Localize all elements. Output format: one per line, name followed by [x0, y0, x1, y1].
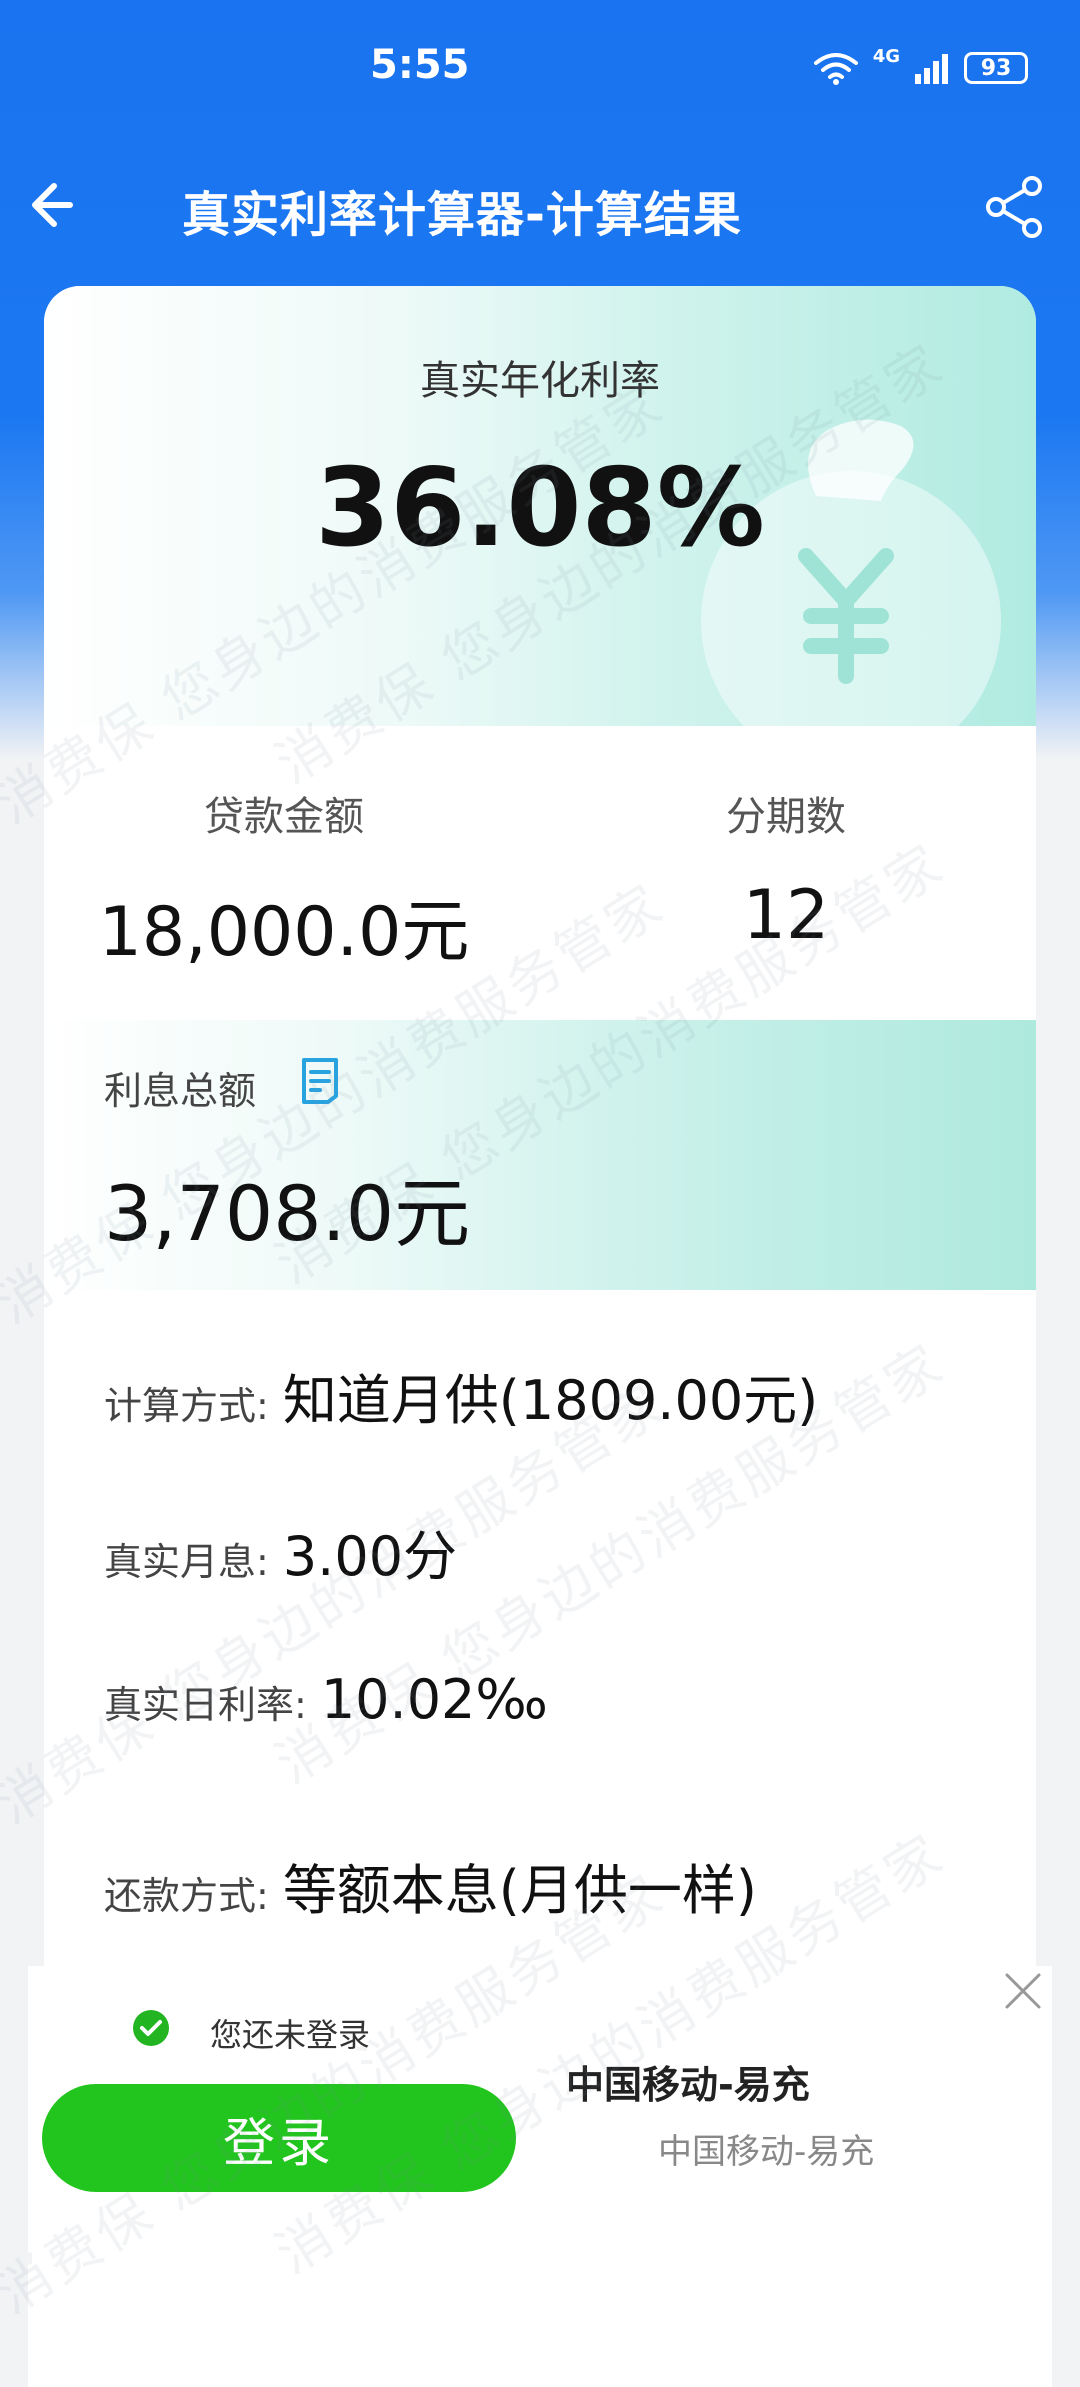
detail-value: 10.02‰	[320, 1668, 548, 1731]
battery-icon: 93	[964, 52, 1028, 84]
loan-stats: 贷款金额 18,000.0元 分期数 12	[44, 726, 1036, 996]
wifi-icon	[813, 53, 858, 85]
navigation-bar: 真实利率计算器-计算结果	[0, 140, 1080, 270]
total-interest-label: 利息总额	[104, 1069, 257, 1113]
installments-label: 分期数	[726, 794, 846, 840]
detail-value: 3.00分	[282, 1525, 458, 1588]
detail-key: 还款方式:	[104, 1874, 269, 1918]
detail-key: 真实月息:	[104, 1540, 269, 1584]
share-icon[interactable]	[980, 172, 1050, 242]
detail-row-daily-rate: 真实日利率: 10.02‰	[104, 1668, 548, 1731]
detail-key: 计算方式:	[104, 1384, 269, 1428]
annual-rate-section: 真实年化利率 36.08%	[44, 286, 1036, 726]
document-icon[interactable]	[296, 1056, 346, 1106]
page-title: 真实利率计算器-计算结果	[182, 187, 742, 243]
signal-icon	[915, 54, 948, 84]
network-type-label: 4G	[872, 46, 900, 67]
battery-level: 93	[980, 55, 1012, 81]
app-name: 中国移动-易充	[566, 2063, 810, 2107]
login-button[interactable]: 登录	[42, 2084, 516, 2192]
detail-value: 等额本息(月供一样)	[282, 1859, 757, 1922]
check-circle-icon	[133, 2010, 169, 2046]
loan-amount-label: 贷款金额	[204, 794, 364, 840]
close-icon[interactable]	[998, 1966, 1048, 2016]
detail-row-repayment-method: 还款方式: 等额本息(月供一样)	[104, 1846, 757, 1925]
annual-rate-label: 真实年化利率	[420, 358, 660, 404]
login-button-label: 登录	[222, 2113, 335, 2174]
total-interest-section: 利息总额 3,708.0元	[44, 1020, 1036, 1290]
app-subtitle: 中国移动-易充	[658, 2132, 875, 2172]
detail-row-monthly-interest: 真实月息: 3.00分	[104, 1512, 457, 1591]
installments-stat: 分期数 12	[646, 726, 926, 955]
annual-rate-value: 36.08%	[315, 446, 765, 571]
status-time: 5:55	[370, 42, 470, 88]
installments-value: 12	[742, 876, 830, 955]
detail-value: 知道月供(1809.00元)	[282, 1369, 819, 1432]
status-icons: 4G 93	[813, 46, 1028, 86]
detail-row-calc-method: 计算方式: 知道月供(1809.00元)	[104, 1356, 818, 1435]
status-bar: 5:55 4G 93	[0, 0, 1080, 120]
login-tip-text: 您还未登录	[210, 2016, 371, 2054]
loan-amount-value: 18,000.0元	[98, 893, 470, 972]
total-interest-value: 3,708.0元	[104, 1169, 471, 1258]
detail-key: 真实日利率:	[104, 1683, 307, 1727]
back-arrow-icon[interactable]	[20, 170, 90, 240]
login-banner: 您还未登录 登录 中国移动-易充 中国移动-易充	[28, 1966, 1052, 2387]
loan-amount-stat: 贷款金额 18,000.0元	[84, 726, 484, 975]
